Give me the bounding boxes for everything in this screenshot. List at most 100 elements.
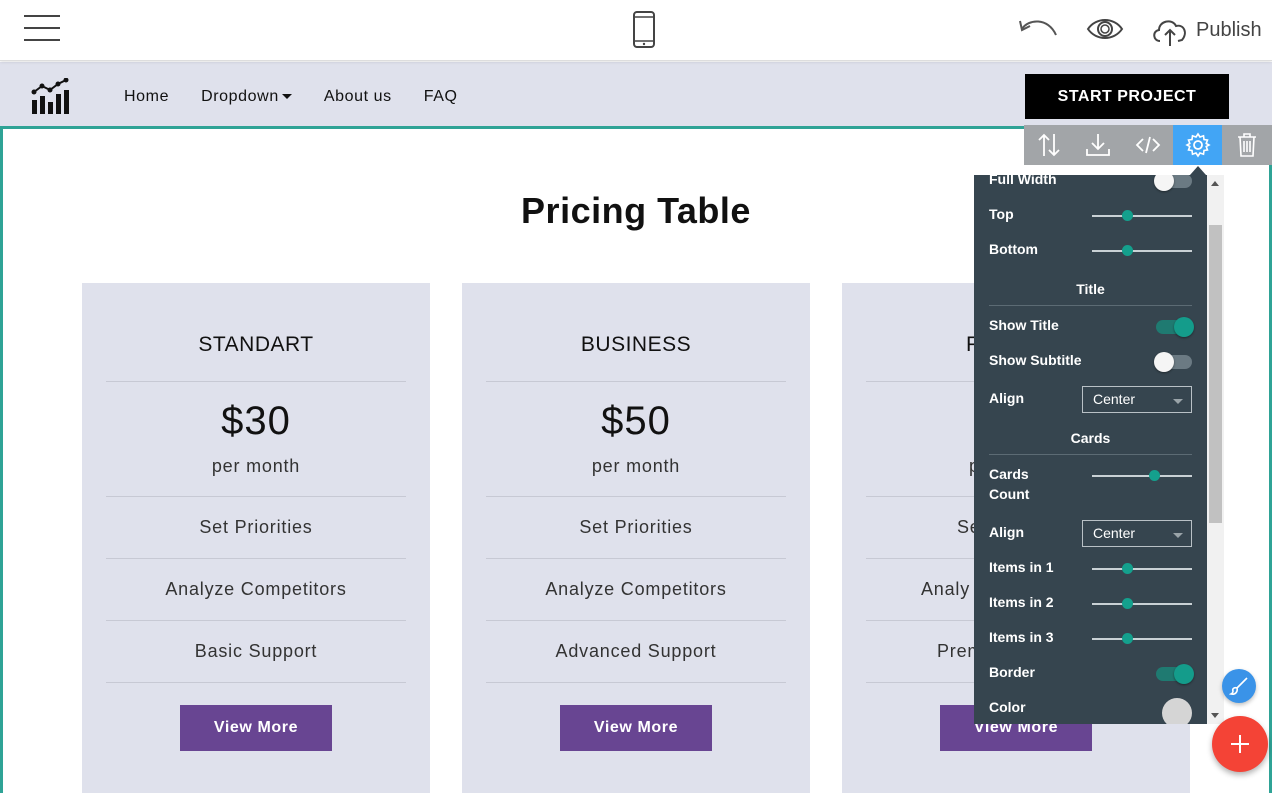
card-divider <box>486 558 786 559</box>
site-navbar: Home Dropdown About us FAQ START PROJECT <box>0 62 1272 126</box>
divider <box>989 454 1192 455</box>
setting-show-title: Show Title <box>989 317 1194 337</box>
plan-feature: Basic Support <box>194 641 318 661</box>
nav-link-home[interactable]: Home <box>124 88 169 106</box>
gear-icon <box>1184 132 1211 158</box>
mobile-view-icon[interactable] <box>633 11 655 48</box>
pricing-card: BUSINESS $50 per month Set Priorities An… <box>462 283 810 793</box>
setting-bottom: Bottom <box>989 241 1192 261</box>
add-block-button[interactable] <box>1212 716 1268 772</box>
card-divider <box>486 620 786 621</box>
bottom-padding-slider[interactable] <box>1092 245 1192 256</box>
setting-border: Border <box>989 664 1194 684</box>
show-subtitle-toggle[interactable] <box>1154 352 1192 372</box>
select-value: Center <box>1093 525 1136 541</box>
plan-feature: Set Priorities <box>199 517 313 537</box>
setting-title-align: Align Center <box>989 386 1192 414</box>
setting-top: Top <box>989 206 1192 226</box>
plan-feature: Analyze Competitors <box>545 579 727 599</box>
top-padding-slider[interactable] <box>1092 210 1192 221</box>
view-more-button[interactable]: View More <box>180 705 332 751</box>
divider <box>989 305 1192 306</box>
code-block-button[interactable] <box>1123 125 1173 165</box>
dropdown-caret-icon <box>1173 533 1183 538</box>
view-more-button[interactable]: View More <box>560 705 712 751</box>
card-divider <box>106 558 406 559</box>
plan-name: STANDART <box>198 333 314 356</box>
style-editor-button[interactable] <box>1222 669 1256 703</box>
plan-feature: Analy <box>921 579 971 599</box>
setting-items-in-1: Items in 1 <box>989 559 1192 579</box>
setting-full-width: Full Width <box>989 175 1192 191</box>
title-section-header: Title <box>1076 281 1105 297</box>
setting-label: Cards <box>989 466 1029 482</box>
setting-cards-align: Align Center <box>989 520 1192 548</box>
pricing-card: STANDART $30 per month Set Priorities An… <box>82 283 430 793</box>
setting-items-in-3: Items in 3 <box>989 629 1192 649</box>
cloud-upload-icon <box>1153 20 1186 46</box>
start-project-button[interactable]: START PROJECT <box>1025 74 1229 119</box>
scroll-down-arrow-icon[interactable] <box>1211 713 1219 718</box>
panel-scrollbar-thumb[interactable] <box>1209 225 1222 523</box>
block-toolbar <box>1024 125 1272 165</box>
setting-label: Border <box>989 664 1035 680</box>
preview-eye-icon[interactable] <box>1086 15 1124 43</box>
publish-label: Publish <box>1196 18 1262 41</box>
items-in-3-slider[interactable] <box>1092 633 1192 644</box>
price-period: per month <box>591 456 681 476</box>
setting-label: Full Width <box>989 175 1057 187</box>
chart-logo-icon <box>31 78 69 114</box>
setting-show-subtitle: Show Subtitle <box>989 352 1192 372</box>
card-divider <box>106 381 406 382</box>
setting-label: Items in 3 <box>989 629 1054 645</box>
cards-align-select[interactable]: Center <box>1082 520 1192 547</box>
items-in-1-slider[interactable] <box>1092 563 1192 574</box>
scroll-up-arrow-icon[interactable] <box>1211 181 1219 186</box>
card-divider <box>486 381 786 382</box>
setting-label: Align <box>989 524 1024 540</box>
panel-pointer <box>1190 166 1206 175</box>
block-settings-panel: Full Width Top Bottom Title Show Title S… <box>974 175 1224 724</box>
sort-arrows-icon <box>1038 133 1060 157</box>
price-currency: $ <box>601 399 625 443</box>
setting-label: Count <box>989 486 1030 502</box>
card-divider <box>486 496 786 497</box>
setting-cards-count: Cards Count <box>989 466 1192 506</box>
undo-icon[interactable] <box>1018 15 1058 43</box>
setting-color: Color <box>989 698 1192 724</box>
plan-price: $30 <box>82 399 430 444</box>
plan-feature: Analyze Competitors <box>165 579 347 599</box>
brush-icon <box>1229 677 1248 695</box>
publish-button[interactable]: Publish <box>1150 12 1262 48</box>
setting-items-in-2: Items in 2 <box>989 594 1192 614</box>
setting-label: Items in 2 <box>989 594 1054 610</box>
delete-block-button[interactable] <box>1222 125 1272 165</box>
save-block-button[interactable] <box>1074 125 1124 165</box>
menu-icon[interactable] <box>24 14 60 42</box>
setting-label: Align <box>989 390 1024 406</box>
full-width-toggle[interactable] <box>1154 175 1192 191</box>
block-settings-button[interactable] <box>1172 125 1223 165</box>
plus-icon <box>1231 735 1249 753</box>
border-toggle[interactable] <box>1156 664 1194 684</box>
cards-section-header: Cards <box>1070 430 1111 446</box>
plan-feature: Set Priorities <box>579 517 693 537</box>
cards-count-slider[interactable] <box>1092 470 1192 481</box>
color-picker-swatch[interactable] <box>1162 698 1192 724</box>
editor-app: Publish Home Dropdown About us FAQ START… <box>0 0 1272 793</box>
setting-label: Bottom <box>989 241 1038 257</box>
plan-price: $50 <box>462 399 810 444</box>
items-in-2-slider[interactable] <box>1092 598 1192 609</box>
card-divider <box>106 496 406 497</box>
title-align-select[interactable]: Center <box>1082 386 1192 413</box>
plan-name: BUSINESS <box>580 333 692 356</box>
show-title-toggle[interactable] <box>1156 317 1194 337</box>
nav-link-dropdown[interactable]: Dropdown <box>201 88 292 106</box>
download-icon <box>1086 134 1111 156</box>
setting-label: Items in 1 <box>989 559 1054 575</box>
code-icon <box>1135 136 1161 154</box>
nav-link-faq[interactable]: FAQ <box>424 88 458 106</box>
move-block-button[interactable] <box>1024 125 1074 165</box>
nav-links: Home Dropdown About us FAQ <box>124 88 490 106</box>
nav-link-about[interactable]: About us <box>324 88 392 106</box>
